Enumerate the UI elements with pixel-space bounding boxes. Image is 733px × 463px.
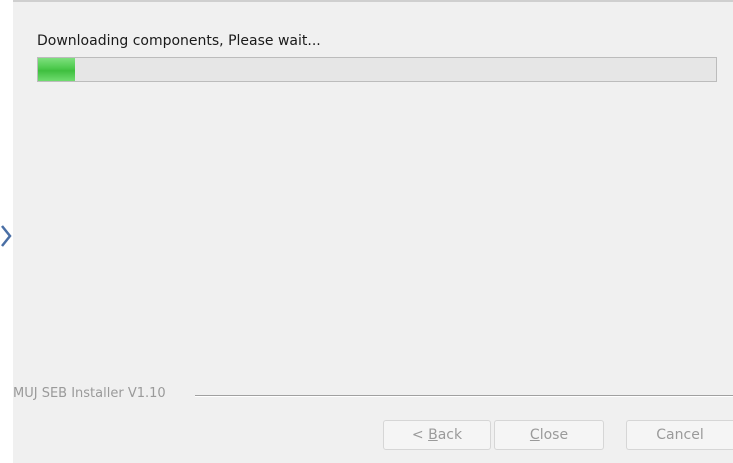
status-text: Downloading components, Please wait...: [37, 33, 321, 49]
download-progress-bar: [37, 57, 717, 82]
close-button-accel: C: [529, 427, 540, 443]
installer-version-label: MUJ SEB Installer V1.10: [13, 386, 172, 401]
close-button-rest: lose: [539, 427, 569, 443]
close-button[interactable]: Close: [494, 420, 604, 450]
back-button-prefix: <: [411, 427, 429, 443]
back-button[interactable]: < Back: [383, 420, 491, 450]
back-button-accel: B: [428, 427, 438, 443]
chevron-right-icon: [1, 225, 12, 247]
progress-fill: [38, 58, 76, 81]
back-button-rest: ack: [437, 427, 463, 443]
cancel-button-label: Cancel: [656, 427, 704, 443]
cancel-button[interactable]: Cancel: [626, 420, 733, 450]
screen: Downloading components, Please wait... M…: [0, 0, 733, 463]
installer-dialog: Downloading components, Please wait... M…: [13, 0, 733, 463]
footer-divider: [195, 395, 733, 397]
